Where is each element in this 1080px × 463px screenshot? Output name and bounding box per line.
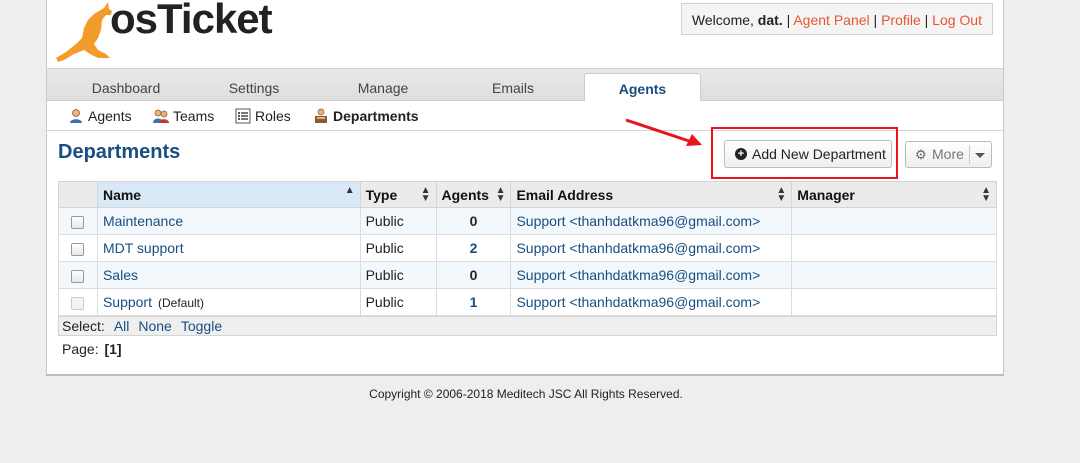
department-type: Public [359,261,437,289]
header: osTicket Welcome, dat. | Agent Panel | P… [47,0,1003,68]
select-none-link[interactable]: None [138,318,171,334]
table-row: Maintenance Public 0 Support <thanhdatkm… [58,207,997,235]
default-tag: (Default) [158,296,205,310]
table-row: Sales Public 0 Support <thanhdatkma96@gm… [58,261,997,289]
department-name-link[interactable]: Support [103,294,152,310]
tab-emails[interactable]: Emails [446,73,580,101]
sort-icon: ▲ ▼ [420,185,431,204]
select-label: Select: [62,318,105,334]
more-button[interactable]: ⚙ More [905,141,992,168]
department-agents-link[interactable]: 1 [470,294,478,310]
table-row: Support (Default) Public 1 Support <thanh… [58,288,997,316]
button-divider [969,145,970,164]
department-type: Public [359,288,437,316]
department-name-link[interactable]: MDT support [103,240,184,256]
row-checkbox[interactable] [71,242,85,256]
tab-agents[interactable]: Agents [584,73,701,102]
agent-panel-link[interactable]: Agent Panel [793,12,869,28]
department-email-link[interactable]: Support <thanhdatkma96@gmail.com> [516,213,760,229]
kangaroo-icon [56,2,112,62]
main-nav: Dashboard Settings Manage Emails Agents [47,68,1003,102]
select-toggle-link[interactable]: Toggle [181,318,222,334]
department-agents-count: 0 [435,207,512,235]
user-info: Welcome, dat. | Agent Panel | Profile | … [680,3,993,35]
add-new-department-button[interactable]: + Add New Department [724,140,892,168]
subnav-roles-label: Roles [255,108,291,124]
more-label: More [932,146,964,162]
department-email-link[interactable]: Support <thanhdatkma96@gmail.com> [516,240,760,256]
logout-link[interactable]: Log Out [932,12,982,28]
tab-settings[interactable]: Settings [187,73,321,101]
department-name-link[interactable]: Sales [103,267,138,283]
table-header-row: Name ▲ Type ▲ ▼ Agents ▲ ▼ Email Address ▲ ▼ Ma… [58,181,997,208]
sub-nav: Agents Teams Roles Departments [47,101,1003,131]
teams-icon [153,109,169,123]
row-checkbox[interactable] [71,269,85,283]
logo-text: osTicket [110,0,273,42]
roles-icon [235,108,251,124]
select-column-header [58,181,98,208]
department-manager [791,261,997,289]
subnav-departments-label: Departments [333,108,419,124]
departments-icon [315,108,327,123]
page-label: Page: [62,341,99,357]
agent-icon [70,109,82,123]
subnav-departments[interactable]: Departments [313,101,419,131]
logo[interactable]: osTicket [54,0,273,68]
department-manager [791,207,997,235]
department-type: Public [359,234,437,262]
sort-asc-icon: ▲ [344,185,355,196]
pagination: Page: [1] [62,341,122,357]
department-manager [791,234,997,262]
department-manager [791,288,997,316]
username: dat. [757,12,783,28]
page-current[interactable]: [1] [104,341,121,357]
sort-icon: ▲ ▼ [495,185,506,204]
departments-table: Name ▲ Type ▲ ▼ Agents ▲ ▼ Email Address ▲ ▼ Ma… [58,181,997,316]
subnav-roles[interactable]: Roles [235,101,291,131]
footer: Copyright © 2006-2018 Meditech JSC All R… [369,387,683,401]
department-email-link[interactable]: Support <thanhdatkma96@gmail.com> [516,267,760,283]
subnav-teams[interactable]: Teams [153,101,214,131]
subnav-agents[interactable]: Agents [68,101,132,131]
gear-icon: ⚙ [915,147,927,162]
page-container: osTicket Welcome, dat. | Agent Panel | P… [46,0,1004,376]
department-name-link[interactable]: Maintenance [103,213,183,229]
tab-manage[interactable]: Manage [316,73,450,101]
select-bar: Select: All None Toggle [58,316,997,336]
column-header-manager[interactable]: Manager ▲ ▼ [791,181,997,208]
profile-link[interactable]: Profile [881,12,921,28]
plus-circle-icon: + [735,148,747,160]
select-all-link[interactable]: All [114,318,130,334]
welcome-text: Welcome, [691,12,754,28]
add-new-department-label: Add New Department [752,146,886,162]
department-type: Public [359,207,437,235]
column-header-agents[interactable]: Agents ▲ ▼ [435,181,512,208]
department-agents-count: 0 [435,261,512,289]
row-checkbox-disabled [71,296,85,310]
column-header-name[interactable]: Name ▲ [96,181,361,208]
subnav-agents-label: Agents [88,108,132,124]
sort-icon: ▲ ▼ [981,185,991,204]
tab-dashboard[interactable]: Dashboard [59,73,193,101]
sort-icon: ▲ ▼ [776,185,787,204]
table-row: MDT support Public 2 Support <thanhdatkm… [58,234,997,262]
department-email-link[interactable]: Support <thanhdatkma96@gmail.com> [516,294,760,310]
page-title: Departments [58,141,181,163]
subnav-teams-label: Teams [173,108,215,124]
column-header-email[interactable]: Email Address ▲ ▼ [510,181,793,208]
column-header-type[interactable]: Type ▲ ▼ [359,181,437,208]
row-checkbox[interactable] [71,215,85,229]
caret-down-icon[interactable] [975,153,985,158]
department-agents-link[interactable]: 2 [470,240,478,256]
